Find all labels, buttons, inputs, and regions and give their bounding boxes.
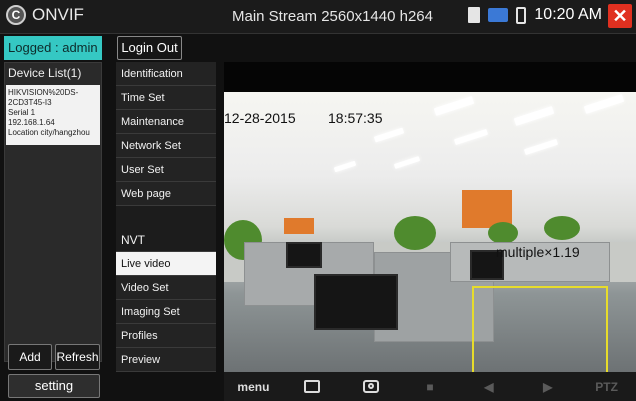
camera-icon — [363, 380, 380, 393]
battery-icon — [516, 6, 527, 24]
system-status: 10:20 AM — [468, 6, 602, 24]
menu-item-user-set[interactable]: User Set — [116, 158, 216, 182]
plant — [544, 216, 580, 240]
device-list-item[interactable]: HIKVISION%20DS-2CD3T45-I3 Serial 1 192.1… — [6, 85, 100, 145]
speaker-mute-icon: ◀ — [484, 379, 494, 394]
menu-item-preview[interactable]: Preview — [116, 348, 216, 372]
menu-label: menu — [237, 379, 270, 394]
stream-title: Main Stream 2560x1440 h264 — [232, 8, 433, 25]
refresh-button[interactable]: Refresh — [55, 344, 100, 370]
sd-card-icon — [468, 7, 481, 23]
status-bar: C ONVIF Main Stream 2560x1440 h264 10:20… — [0, 0, 636, 34]
add-button[interactable]: Add — [8, 344, 52, 370]
ptz-label: PTZ — [595, 379, 618, 394]
device-serial: Serial 1 — [8, 108, 36, 117]
gallery-button[interactable] — [283, 380, 342, 393]
ceiling-light — [513, 106, 555, 126]
record-button[interactable]: ■ — [401, 380, 460, 394]
menu-item-web-page[interactable]: Web page — [116, 182, 216, 206]
menu-item-maintenance[interactable]: Maintenance — [116, 110, 216, 134]
clock: 10:20 AM — [534, 6, 602, 23]
menu-item-identification[interactable]: Identification — [116, 62, 216, 86]
menu-toolbar-button[interactable]: menu — [224, 380, 283, 394]
plant — [488, 222, 518, 244]
onvif-logo-icon: C — [6, 5, 26, 25]
zoom-preview-box[interactable] — [472, 286, 608, 372]
device-list-title: Device List(1) — [8, 66, 82, 80]
video-date-overlay: 12-28-2015 — [224, 110, 296, 126]
video-record-icon: ■ — [426, 379, 434, 394]
live-video-view[interactable]: 12-28-2015 18:57:35 multiple×1.19 — [224, 92, 636, 372]
ceiling-light — [433, 96, 475, 116]
login-status: Logged : admin — [4, 36, 102, 60]
menu-spacer — [116, 206, 216, 228]
menu-item-imaging-set[interactable]: Imaging Set — [116, 300, 216, 324]
ceiling-light — [523, 138, 559, 156]
video-time-overlay: 18:57:35 — [328, 110, 383, 126]
ceiling-light — [333, 160, 357, 173]
menu-item-profiles[interactable]: Profiles — [116, 324, 216, 348]
menu-item-live-video[interactable]: Live video — [116, 252, 216, 276]
network-icon — [488, 8, 509, 22]
menu-item-video-set[interactable]: Video Set — [116, 276, 216, 300]
setting-button[interactable]: setting — [8, 374, 100, 398]
settings-menu: Identification Time Set Maintenance Netw… — [116, 62, 216, 372]
device-name: HIKVISION%20DS-2CD3T45-I3 — [8, 88, 79, 107]
app-title-group: C ONVIF — [6, 5, 84, 25]
image-icon — [304, 380, 321, 393]
ptz-button[interactable]: PTZ — [577, 380, 636, 394]
ceiling-light — [453, 128, 489, 146]
video-letterbox-top — [224, 62, 636, 92]
app-title: ONVIF — [32, 5, 84, 24]
menu-section-nvt: NVT — [116, 228, 216, 252]
video-toolbar: menu ■ ◀ ▶ PTZ — [224, 372, 636, 401]
device-ip: 192.168.1.64 — [8, 118, 55, 127]
play-circle-icon: ▶ — [543, 379, 553, 394]
menu-item-network-set[interactable]: Network Set — [116, 134, 216, 158]
audio-button[interactable]: ◀ — [459, 380, 518, 394]
orange-wall-panel — [284, 218, 314, 234]
close-icon: ✕ — [612, 5, 628, 26]
device-location: Location city/hangzhou — [8, 128, 90, 137]
desk-monitor — [314, 274, 398, 330]
desk-monitor — [286, 242, 322, 268]
snapshot-button[interactable] — [342, 380, 401, 393]
zoom-multiple-overlay: multiple×1.19 — [496, 244, 580, 260]
logout-button[interactable]: Login Out — [117, 36, 182, 60]
close-button[interactable]: ✕ — [608, 4, 632, 28]
device-list-panel: Device List(1) HIKVISION%20DS-2CD3T45-I3… — [4, 62, 102, 362]
playback-button[interactable]: ▶ — [518, 380, 577, 394]
ceiling-light — [583, 94, 625, 114]
ceiling-light — [373, 127, 405, 143]
plant — [394, 216, 436, 250]
ceiling-light — [393, 156, 421, 169]
menu-item-time-set[interactable]: Time Set — [116, 86, 216, 110]
